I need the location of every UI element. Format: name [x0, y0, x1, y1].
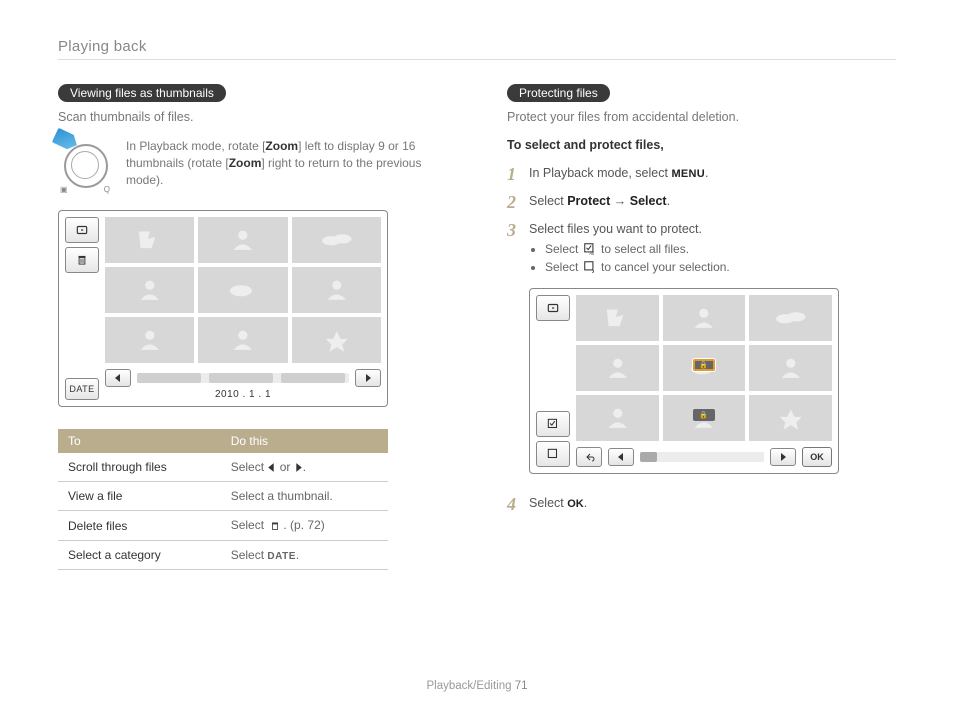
zoom-instruction-block: ▣Q In Playback mode, rotate [Zoom] left …	[58, 138, 447, 192]
thumbnail[interactable]	[749, 295, 832, 341]
scroll-track[interactable]	[137, 373, 349, 383]
zoom-dial-icon: ▣Q	[58, 138, 112, 192]
step-2: 2 Select Protect → Select.	[507, 194, 896, 208]
mode-button[interactable]	[536, 295, 570, 321]
steps-list: 1 In Playback mode, select MENU. 2 Selec…	[507, 166, 896, 510]
table-row: View a file Select a thumbnail.	[58, 482, 388, 511]
cell-to: Delete files	[58, 511, 221, 541]
lock-badge: 🔒	[693, 409, 715, 421]
back-button[interactable]	[576, 447, 602, 467]
thumbnail[interactable]	[292, 317, 381, 363]
side-spacer	[536, 325, 570, 407]
cell-to: Scroll through files	[58, 453, 221, 482]
left-lead-text: Scan thumbnails of files.	[58, 110, 447, 124]
scroll-track[interactable]	[640, 452, 764, 462]
ok-icon: OK	[567, 498, 584, 510]
mode-button[interactable]	[65, 217, 99, 243]
trash-icon	[267, 519, 283, 533]
select-all-icon: All	[582, 242, 598, 256]
step-3-sub2: Select to cancel your selection.	[545, 260, 896, 274]
thumbnail-grid	[105, 217, 381, 363]
thumbnail[interactable]	[198, 217, 287, 263]
right-column: Protecting files Protect your files from…	[507, 84, 896, 570]
date-indicator: 2010 . 1 . 1	[105, 389, 381, 400]
thumbnail[interactable]	[105, 317, 194, 363]
delete-button[interactable]	[65, 247, 99, 273]
thumbnail[interactable]	[576, 295, 659, 341]
ok-button[interactable]: OK	[802, 447, 832, 467]
next-page-button[interactable]	[770, 448, 796, 466]
cell-to: View a file	[58, 482, 221, 511]
right-lead-text: Protect your files from accidental delet…	[507, 110, 896, 124]
zoom-instruction-text: In Playback mode, rotate [Zoom] left to …	[126, 138, 447, 192]
side-spacer	[65, 277, 99, 374]
prev-page-button[interactable]	[105, 369, 131, 387]
thumbnail[interactable]	[749, 345, 832, 391]
table-row: Scroll through files Select or .	[58, 453, 388, 482]
left-column: Viewing files as thumbnails Scan thumbna…	[58, 84, 447, 570]
deselect-icon	[582, 260, 598, 274]
thumbnail[interactable]	[576, 395, 659, 441]
header-rule	[58, 59, 896, 60]
pill-protecting-files: Protecting files	[507, 84, 610, 102]
thumbnail[interactable]	[576, 345, 659, 391]
page-footer: Playback/Editing 71	[0, 680, 954, 692]
thumbnail[interactable]	[105, 267, 194, 313]
cell-do: Select or .	[221, 453, 388, 482]
lock-badge-selected: 🔒	[693, 359, 715, 371]
step-4: 4 Select OK.	[507, 496, 896, 510]
svg-text:All: All	[589, 251, 594, 256]
cell-do: Select . (p. 72)	[221, 511, 388, 541]
thumbnail-selected[interactable]: 🔒	[663, 345, 746, 391]
lcd-protect-screen: 🔒 🔒	[529, 288, 839, 474]
thumbnail[interactable]	[105, 217, 194, 263]
deselect-button[interactable]	[536, 441, 570, 467]
thumbnail-grid-protect: 🔒 🔒	[576, 295, 832, 441]
select-all-button[interactable]	[536, 411, 570, 437]
thumbnail[interactable]	[663, 295, 746, 341]
table-header-to: To	[58, 429, 221, 453]
table-row: Select a category Select DATE.	[58, 541, 388, 570]
thumbnail[interactable]	[198, 267, 287, 313]
menu-icon: MENU	[671, 168, 705, 180]
date-filter-button[interactable]: DATE	[65, 378, 99, 400]
table-row: Delete files Select . (p. 72)	[58, 511, 388, 541]
step-3-sub1: Select All to select all files.	[545, 242, 896, 256]
thumbnail[interactable]	[292, 267, 381, 313]
prev-page-button[interactable]	[608, 448, 634, 466]
step-3: 3 Select files you want to protect. Sele…	[507, 222, 896, 474]
cell-do: Select DATE.	[221, 541, 388, 570]
thumbnail[interactable]	[198, 317, 287, 363]
pill-viewing-thumbnails: Viewing files as thumbnails	[58, 84, 226, 102]
actions-table: To Do this Scroll through files Select o…	[58, 429, 388, 570]
cell-to: Select a category	[58, 541, 221, 570]
content-columns: Viewing files as thumbnails Scan thumbna…	[58, 84, 896, 570]
table-header-do: Do this	[221, 429, 388, 453]
subheading: To select and protect files,	[507, 138, 896, 152]
cell-do: Select a thumbnail.	[221, 482, 388, 511]
page-section-header: Playing back	[58, 38, 896, 55]
next-page-button[interactable]	[355, 369, 381, 387]
thumbnail[interactable]: 🔒	[663, 395, 746, 441]
thumbnail[interactable]	[749, 395, 832, 441]
step-1: 1 In Playback mode, select MENU.	[507, 166, 896, 180]
lcd-thumbnails-screen: DATE	[58, 210, 388, 407]
thumbnail[interactable]	[292, 217, 381, 263]
